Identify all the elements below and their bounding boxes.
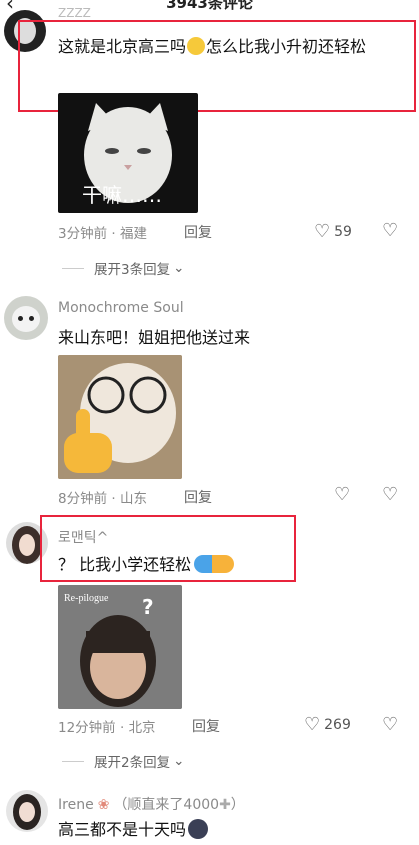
- comment-time: 3分钟前: [58, 226, 108, 242]
- expand-replies[interactable]: 展开2条回复 ⌄: [62, 751, 184, 771]
- comment-image[interactable]: Re-pilogue ?: [58, 585, 182, 709]
- comment-location: 北京: [128, 720, 156, 736]
- reply-button[interactable]: 回复: [184, 487, 212, 507]
- cat-glasses-image: [58, 355, 182, 479]
- like-count: 59: [334, 223, 352, 240]
- comment-text: 来山东吧！姐姐把他送过来: [58, 328, 251, 347]
- comment-text: 这就是北京高三吗 怎么比我小升初还轻松: [58, 35, 398, 59]
- comment-time: 8分钟前: [58, 491, 108, 507]
- user-note: （顺直来了4000: [113, 797, 220, 813]
- comment-text-part: 怎么比我小升初还轻松: [206, 37, 367, 56]
- expand-replies[interactable]: 展开3条回复 ⌄: [62, 258, 184, 278]
- like-count: 269: [324, 716, 351, 733]
- divider: [62, 267, 84, 269]
- chevron-down-icon: ⌄: [173, 753, 185, 769]
- avatar[interactable]: [4, 296, 48, 340]
- comment-time: 12分钟前: [58, 720, 116, 736]
- broken-heart-icon: ♡: [382, 484, 399, 505]
- comment-text-part: ？ 比我小学还轻松: [58, 555, 192, 574]
- comment-username: Irene ❀ （顺直来了4000✚）: [58, 794, 245, 814]
- comment-username[interactable]: Monochrome Soul: [58, 300, 184, 316]
- comment-text: 高三都不是十天吗: [58, 818, 209, 842]
- comment-meta: 8分钟前 · 山东: [58, 491, 147, 507]
- user-note-close: ）: [230, 797, 245, 813]
- question-mark-icon: ?: [142, 595, 154, 619]
- divider: [62, 760, 84, 762]
- comment-meta: 12分钟前 · 北京: [58, 720, 156, 736]
- comment-meta: 3分钟前 · 福建: [58, 226, 147, 242]
- heart-icon: ♡: [334, 484, 351, 505]
- comment-location: 山东: [119, 491, 147, 507]
- heart-icon: ♡: [314, 221, 331, 242]
- like-button[interactable]: ♡: [334, 484, 350, 505]
- emoji-icon: [194, 555, 235, 573]
- image-caption: 干嘛……: [82, 183, 162, 207]
- plus-icon: ✚: [219, 797, 231, 813]
- comment-image[interactable]: [58, 355, 182, 479]
- image-caption: Re-pilogue: [64, 593, 109, 604]
- dark-face-emoji-icon: [188, 819, 209, 839]
- reply-button[interactable]: 回复: [192, 716, 220, 736]
- chevron-down-icon: ⌄: [173, 260, 185, 276]
- broken-heart-icon: ♡: [382, 714, 399, 735]
- comment-location: 福建: [119, 226, 147, 242]
- comment-image[interactable]: 干嘛……: [58, 93, 198, 213]
- like-button[interactable]: ♡ 269: [304, 714, 351, 735]
- comment-text-part: 这就是北京高三吗: [58, 37, 187, 56]
- dislike-button[interactable]: ♡: [382, 714, 398, 735]
- smile-emoji-icon: [187, 37, 206, 55]
- comment-username[interactable]: 로맨틱^: [58, 527, 108, 547]
- username-text[interactable]: Irene: [58, 797, 94, 813]
- like-button[interactable]: ♡ 59: [314, 221, 352, 242]
- expand-label: 展开3条回复: [94, 262, 171, 278]
- dislike-button[interactable]: ♡: [382, 484, 398, 505]
- leaf-icon: ❀: [97, 797, 110, 813]
- broken-heart-icon: ♡: [382, 220, 399, 241]
- avatar[interactable]: [6, 790, 48, 832]
- expand-label: 展开2条回复: [94, 755, 171, 771]
- comment-username[interactable]: ZZZZ: [58, 6, 91, 20]
- comment-text: ？ 比我小学还轻松: [58, 553, 235, 577]
- comment-text-part: 高三都不是十天吗: [58, 820, 187, 839]
- heart-icon: ♡: [304, 714, 321, 735]
- dislike-button[interactable]: ♡: [382, 220, 398, 241]
- reply-button[interactable]: 回复: [184, 222, 212, 242]
